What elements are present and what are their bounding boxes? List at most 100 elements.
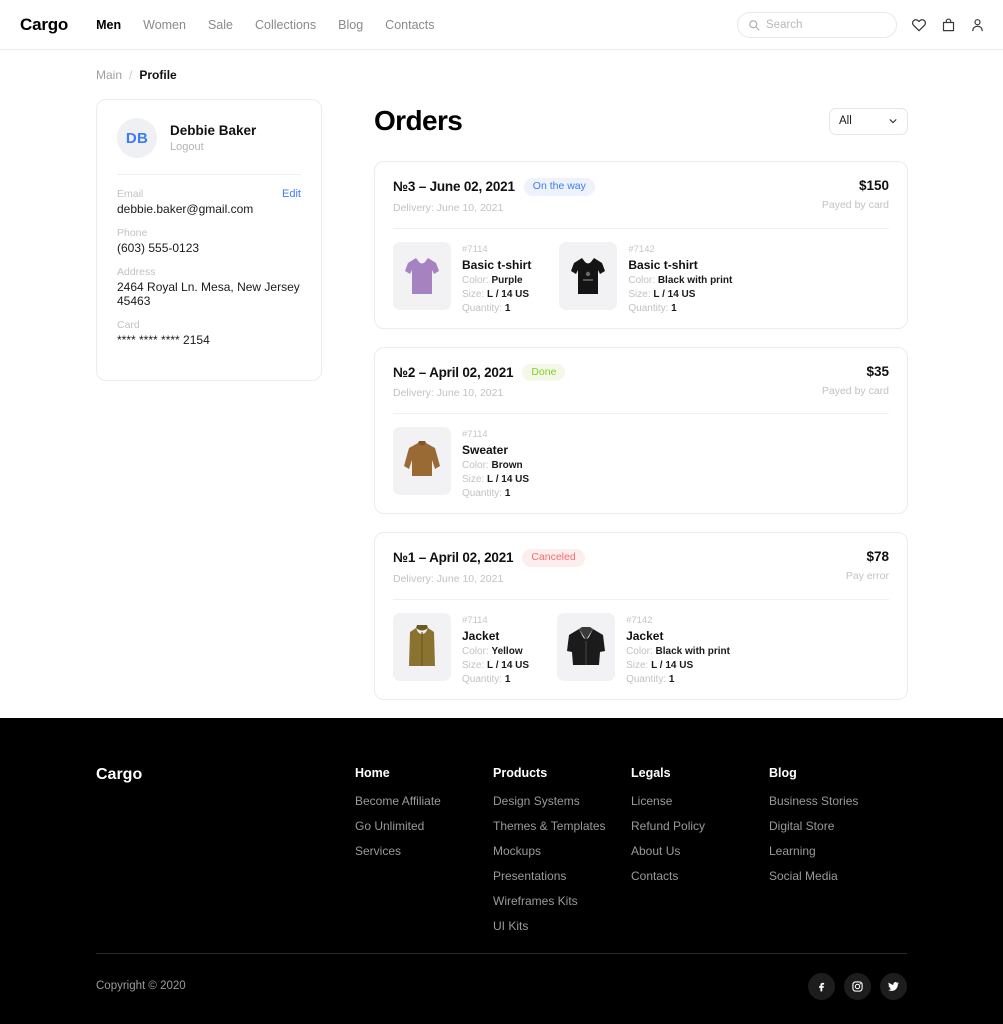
profile-field-value: (603) 555-0123	[117, 241, 200, 255]
footer-link[interactable]: Mockups	[493, 844, 631, 858]
logout-link[interactable]: Logout	[170, 141, 256, 153]
product-name: Sweater	[462, 443, 509, 457]
orders-filter-value: All	[839, 115, 852, 127]
user-icon[interactable]	[970, 17, 985, 33]
product-color-label: Color:	[628, 274, 656, 286]
nav-item-collections[interactable]: Collections	[255, 18, 316, 32]
order-items: #7114 Jacket Color: Yellow Size: L / 14 US Q…	[393, 612, 889, 685]
breadcrumb-main[interactable]: Main	[96, 68, 122, 82]
footer-link[interactable]: UI Kits	[493, 919, 631, 933]
order-header-left: №1 – April 02, 2021 Canceled Delivery: Jun…	[393, 549, 846, 585]
product-quantity-value: 1	[668, 673, 675, 685]
order-card[interactable]: №3 – June 02, 2021 On the way Delivery: Ju…	[374, 161, 908, 329]
product-quantity-value: 1	[504, 673, 511, 685]
order-card[interactable]: №2 – April 02, 2021 Done Delivery: June 10…	[374, 346, 908, 514]
profile-field-value: **** **** **** 2154	[117, 333, 210, 347]
order-item[interactable]: #7114 Jacket Color: Yellow Size: L / 14 US Q…	[393, 612, 529, 685]
product-sku: #7114	[462, 614, 488, 626]
order-payment-status: Payed by card	[821, 384, 889, 397]
product-size-value: L / 14 US	[487, 288, 530, 300]
order-title-row: №3 – June 02, 2021 On the way	[393, 178, 822, 196]
footer-link[interactable]: Wireframes Kits	[493, 894, 631, 908]
product-size: Size: L / 14 US	[462, 289, 531, 300]
footer-link[interactable]: Refund Policy	[631, 819, 769, 833]
footer-link[interactable]: Services	[355, 844, 493, 858]
status-badge: Canceled	[522, 549, 585, 567]
nav-item-contacts[interactable]: Contacts	[385, 18, 434, 32]
product-color-label: Color:	[462, 460, 489, 471]
product-thumbnail	[393, 241, 451, 310]
product-thumbnail	[559, 241, 618, 310]
footer-link-columns: Home Become Affiliate Go Unlimited Services…	[355, 766, 907, 944]
search-box[interactable]	[737, 11, 897, 38]
product-thumbnail	[393, 612, 451, 681]
order-number: №3 – June 02, 2021	[393, 179, 515, 195]
product-thumbnail	[393, 427, 451, 495]
order-item[interactable]: #7114 Sweater Color: Brown Size: L / 14 US Q…	[393, 427, 529, 499]
footer-link[interactable]: License	[631, 794, 769, 808]
order-total-price: $150	[858, 178, 889, 193]
footer-link[interactable]: Digital Store	[769, 819, 907, 833]
profile-field-email: Email Edit debbie.baker@gmail.com	[117, 188, 301, 216]
nav-item-women[interactable]: Women	[143, 18, 186, 32]
footer-link[interactable]: About Us	[631, 844, 769, 858]
order-payment-status: Payed by card	[821, 199, 889, 211]
orders-filter-select[interactable]: All	[829, 107, 908, 135]
instagram-icon[interactable]	[844, 972, 871, 1000]
nav-item-sale[interactable]: Sale	[208, 18, 233, 32]
order-payment-status: Pay error	[845, 570, 889, 582]
product-name: Jacket	[462, 628, 500, 643]
product-quantity-label: Quantity:	[628, 302, 669, 314]
footer-brand[interactable]: Cargo	[96, 766, 355, 944]
product-size-value: L / 14 US	[487, 474, 530, 485]
search-input[interactable]	[766, 18, 876, 31]
profile-field-label: Card	[117, 319, 140, 331]
order-divider	[393, 598, 889, 600]
order-items: #7114 Basic t-shirt Color: Purple Size: L /…	[393, 241, 889, 314]
nav-item-men[interactable]: Men	[96, 18, 121, 32]
product-size-label: Size:	[462, 659, 485, 671]
order-header: №1 – April 02, 2021 Canceled Delivery: Jun…	[393, 549, 889, 585]
breadcrumb-current: Profile	[139, 68, 177, 82]
product-size-value: L / 14 US	[651, 659, 694, 671]
footer-link[interactable]: Become Affiliate	[355, 794, 493, 808]
product-sku: #7114	[462, 243, 488, 255]
footer-bottom: Copyright © 2020	[96, 970, 907, 1002]
orders-section: Orders All №3 – June 02, 2021 On the way D…	[374, 99, 908, 700]
breadcrumb-separator: /	[129, 68, 133, 82]
footer-link[interactable]: Presentations	[493, 869, 631, 883]
footer-columns: Cargo Home Become Affiliate Go Unlimited Se…	[96, 766, 907, 944]
footer-link[interactable]: Contacts	[631, 869, 769, 883]
facebook-icon[interactable]	[808, 972, 835, 1000]
product-color: Color: Yellow	[462, 646, 529, 657]
order-header-left: №3 – June 02, 2021 On the way Delivery: Ju…	[393, 178, 822, 214]
orders-header: Orders All	[374, 99, 908, 143]
order-item[interactable]: #7142 Basic t-shirt Color: Black with prin…	[559, 241, 732, 314]
footer-link[interactable]: Learning	[769, 844, 907, 858]
product-thumbnail	[557, 612, 616, 681]
product-quantity: Quantity: 1	[462, 674, 529, 685]
product-color: Color: Purple	[462, 275, 531, 286]
footer-link[interactable]: Social Media	[769, 869, 907, 883]
footer-link[interactable]: Business Stories	[769, 794, 907, 808]
order-header-right: $150 Payed by card	[822, 178, 889, 211]
twitter-icon[interactable]	[880, 972, 907, 1000]
footer-link[interactable]: Design Systems	[493, 794, 631, 808]
footer-link[interactable]: Go Unlimited	[355, 819, 493, 833]
site-header: Cargo Men Women Sale Collections Blog Contact…	[0, 0, 1003, 50]
main-nav: Men Women Sale Collections Blog Contacts	[96, 18, 434, 32]
order-item[interactable]: #7142 Jacket Color: Black with print Size: …	[557, 612, 730, 685]
order-card[interactable]: №1 – April 02, 2021 Canceled Delivery: Jun…	[374, 532, 908, 700]
edit-profile-link[interactable]: Edit	[282, 188, 301, 200]
bag-icon[interactable]	[941, 17, 956, 33]
product-info: #7114 Basic t-shirt Color: Purple Size: L /…	[462, 242, 531, 314]
product-color-label: Color:	[462, 645, 489, 657]
order-delivery-date: Delivery: June 10, 2021	[393, 201, 504, 214]
product-quantity-label: Quantity:	[462, 488, 503, 499]
product-quantity-label: Quantity:	[626, 673, 667, 685]
brand-logo[interactable]: Cargo	[20, 15, 68, 35]
nav-item-blog[interactable]: Blog	[338, 18, 363, 32]
heart-icon[interactable]	[911, 17, 927, 33]
footer-link[interactable]: Themes & Templates	[493, 819, 631, 833]
order-item[interactable]: #7114 Basic t-shirt Color: Purple Size: L /…	[393, 241, 531, 314]
